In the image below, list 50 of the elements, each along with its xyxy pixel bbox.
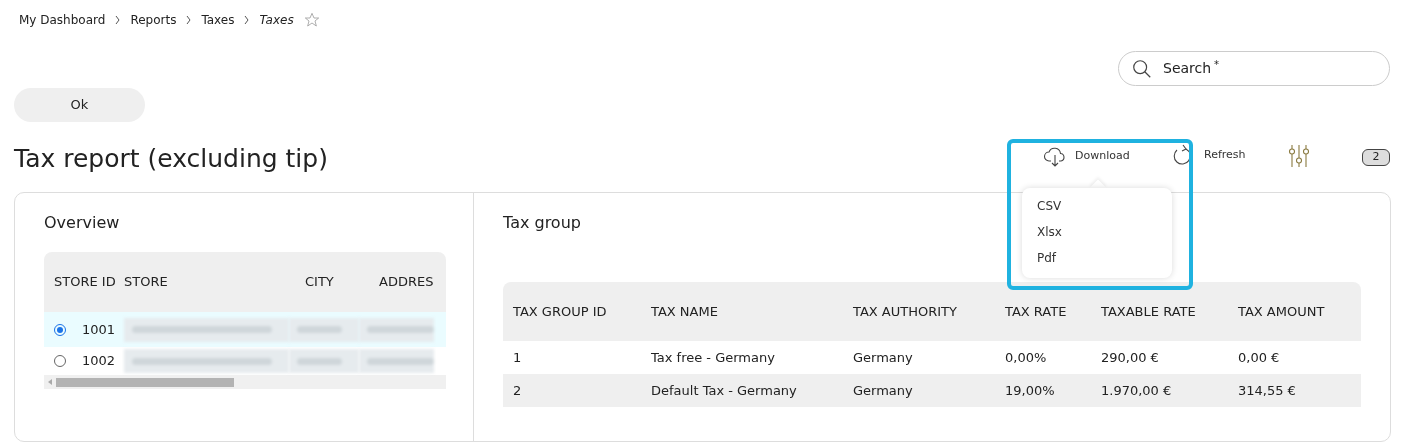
menu-item[interactable]: Pdf: [1037, 249, 1057, 267]
column-header: TAX NAME: [651, 303, 718, 319]
table-cell-text: 1002: [82, 352, 116, 371]
star-icon[interactable]: [303, 12, 320, 28]
breadcrumb-link[interactable]: Taxes: [259, 11, 294, 29]
radio-button[interactable]: [54, 355, 66, 367]
column-header: ADDRES: [379, 274, 434, 290]
table-cell: Germany: [853, 349, 913, 365]
column-header: TAXABLE RATE: [1101, 303, 1196, 319]
menu-item[interactable]: CSV: [1037, 197, 1062, 215]
table-cell: 0,00%: [1005, 349, 1047, 365]
count-badge: 2: [1362, 149, 1390, 166]
refresh-button[interactable]: Refresh: [1172, 144, 1246, 166]
table-cell: Tax free - Germany: [651, 349, 775, 365]
table-cell: Germany: [853, 382, 913, 398]
ok-button[interactable]: Ok: [14, 88, 145, 122]
column-header: STORE: [124, 274, 168, 290]
table-cell: 2: [513, 382, 522, 398]
separator-icon: [115, 15, 121, 25]
redacted-cell: [289, 349, 359, 373]
column-header: TAX RATE: [1005, 303, 1067, 319]
menu-item[interactable]: Xlsx: [1037, 223, 1062, 241]
column-header: CITY: [305, 274, 334, 290]
table-cell: 1: [513, 349, 522, 365]
scroll-left-icon[interactable]: [48, 379, 52, 385]
breadcrumb-link[interactable]: Taxes: [201, 11, 235, 29]
download-button[interactable]: Download: [1043, 145, 1130, 167]
table-cell: Default Tax - Germany: [651, 382, 797, 398]
page-title: Tax report (excluding tip): [14, 143, 328, 175]
section-title: Tax group: [503, 212, 581, 234]
separator-icon: [244, 15, 250, 25]
table-cell: 290,00 €: [1101, 349, 1159, 365]
search-icon: [1131, 57, 1153, 80]
cloud-download-icon: [1043, 145, 1067, 167]
table-cell: 1.970,00 €: [1101, 382, 1172, 398]
column-header: STORE ID: [54, 274, 116, 290]
refresh-icon: [1172, 144, 1192, 166]
breadcrumb-link[interactable]: My Dashboard: [19, 11, 106, 29]
column-header: TAX AUTHORITY: [853, 303, 957, 319]
table-cell: 314,55 €: [1238, 382, 1296, 398]
breadcrumb-link[interactable]: Reports: [130, 11, 177, 29]
separator-icon: [186, 15, 192, 25]
redacted-cell: [289, 317, 359, 342]
column-header: TAX GROUP ID: [513, 303, 607, 319]
table-cell: 19,00%: [1005, 382, 1055, 398]
table-cell-text: 1001: [82, 320, 116, 339]
table-cell: 0,00 €: [1238, 349, 1280, 365]
section-title: Overview: [44, 212, 120, 234]
sliders-icon[interactable]: [1288, 144, 1310, 168]
column-header: TAX AMOUNT: [1238, 303, 1325, 319]
